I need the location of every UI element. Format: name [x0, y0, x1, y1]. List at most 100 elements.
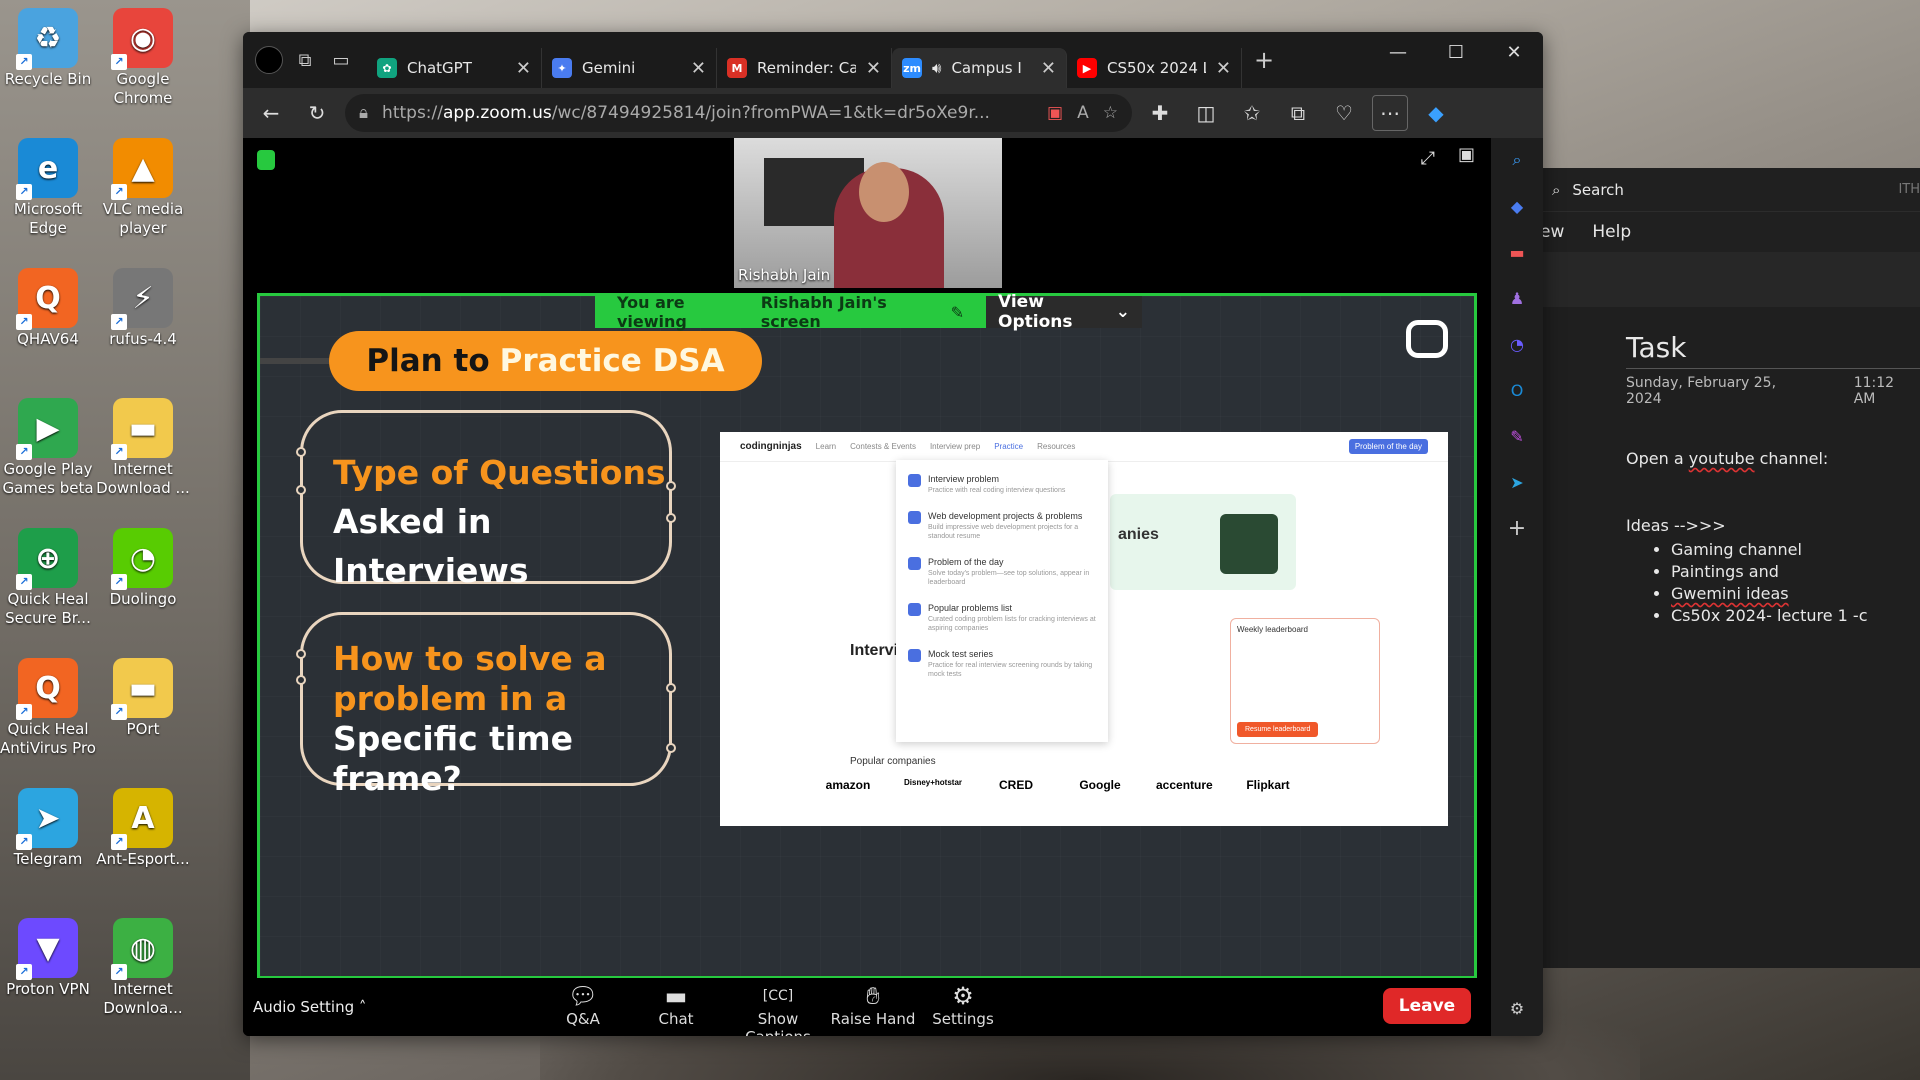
lock-icon: 🔒︎ — [359, 103, 369, 123]
split-screen-icon[interactable]: ◫ — [1188, 95, 1224, 131]
search-icon[interactable]: ⌕ — [1505, 148, 1529, 172]
notes-date: Sunday, February 25, 2024 — [1626, 375, 1777, 407]
qa-button[interactable]: 💬︎ Q&A — [553, 982, 613, 1028]
menu-view[interactable]: ew — [1540, 222, 1564, 242]
audio-setting-button[interactable]: Audio Setting ˄ — [253, 998, 366, 1016]
outlook-icon[interactable]: O — [1505, 378, 1529, 402]
read-aloud-icon[interactable]: A — [1077, 103, 1089, 123]
topic-box-2: How to solve a problem in a Specific tim… — [296, 612, 676, 798]
leave-button[interactable]: Leave — [1383, 988, 1471, 1024]
close-tab-icon[interactable]: ✕ — [1216, 58, 1231, 79]
notes-search-bar[interactable]: ⌕ Search ITH — [1540, 168, 1920, 212]
designer-icon[interactable]: ✎ — [1505, 424, 1529, 448]
coding-ninjas-logo — [1406, 320, 1448, 358]
browser-tab[interactable]: zm 🔊︎ Campus I ✕ — [892, 48, 1067, 88]
refresh-icon[interactable]: ↻ — [299, 95, 335, 131]
desktop-icon[interactable]: ♻ ↗ Recycle Bin — [0, 8, 96, 89]
favorite-star-icon[interactable]: ☆ — [1103, 103, 1118, 123]
favorites-icon[interactable]: ✩ — [1234, 95, 1270, 131]
tab-actions-icon[interactable]: ▭ — [323, 42, 359, 78]
notes-search-label: Search — [1572, 180, 1624, 199]
chat-button[interactable]: ▬ Chat — [641, 982, 711, 1028]
tag-icon[interactable]: ◆ — [1505, 194, 1529, 218]
desktop-icon-label: Internet Download ... — [96, 460, 190, 497]
speaker-icon[interactable]: 🔊︎ — [932, 59, 941, 77]
profile-avatar-icon[interactable] — [251, 42, 287, 78]
desktop-icon[interactable]: A ↗ Ant-Esport... — [95, 788, 191, 869]
desktop-icon[interactable]: Q ↗ QHAV64 — [0, 268, 96, 349]
browser-tab[interactable]: ▶CS50x 2024 Le✕ — [1067, 48, 1242, 88]
notes-menubar: ew Help — [1540, 212, 1920, 252]
pen-icon: ✎ — [950, 302, 964, 322]
desktop-icon-label: rufus-4.4 — [109, 330, 177, 348]
captions-button[interactable]: [CC]Show Captions — [723, 982, 833, 1036]
add-icon[interactable]: + — [1505, 516, 1529, 541]
desktop-icon-label: Telegram — [13, 850, 83, 868]
copilot-icon[interactable]: ◆ — [1418, 95, 1454, 131]
desktop-icon-label: QHAV64 — [17, 330, 79, 348]
back-icon[interactable]: ← — [253, 95, 289, 131]
view-options-button[interactable]: View Options ⌄ — [986, 292, 1142, 332]
desktop-icon-label: Recycle Bin — [4, 70, 92, 88]
desktop-icon[interactable]: ▶ ↗ Google Play Games beta — [0, 398, 96, 498]
browser-essentials-icon[interactable]: ♡ — [1326, 95, 1362, 131]
sidebar-settings-icon[interactable]: ⚙ — [1505, 996, 1529, 1020]
presenter-video[interactable]: Rishabh Jain — [734, 138, 1002, 288]
desktop-icon[interactable]: ◉ ↗ Google Chrome — [95, 8, 191, 108]
desktop-icon-label: Ant-Esport... — [96, 850, 190, 868]
maximize-icon[interactable]: ☐ — [1427, 32, 1485, 72]
desktop-icon[interactable]: ▲ ↗ VLC media player — [95, 138, 191, 238]
close-icon[interactable]: ✕ — [1485, 32, 1543, 72]
desktop-icon[interactable]: ⊕ ↗ Quick Heal Secure Br... — [0, 528, 96, 628]
notes-page[interactable]: Task Sunday, February 25, 2024 11:12 AM … — [1540, 331, 1920, 627]
desktop-icon[interactable]: ◔ ↗ Duolingo — [95, 528, 191, 609]
browser-tab[interactable]: M Reminder: Car ✕ — [717, 48, 892, 88]
cn-leaderboard: Weekly leaderboard Resume leaderboard — [1230, 618, 1380, 744]
settings-button[interactable]: ⚙ Settings — [923, 982, 1003, 1028]
close-tab-icon[interactable]: ✕ — [691, 58, 706, 79]
desktop-icon[interactable]: ▼ ↗ Proton VPN — [0, 918, 96, 999]
expand-icon[interactable]: ⤢ — [1421, 148, 1435, 169]
collections-icon[interactable]: ⧉ — [1280, 95, 1316, 131]
camera-blocked-icon[interactable]: ▣ — [1047, 103, 1063, 123]
ideas-label: Ideas -->>> — [1626, 516, 1726, 535]
workspaces-icon[interactable]: ⧉ — [287, 42, 323, 78]
notes-time: 11:12 AM — [1853, 375, 1895, 407]
edge-browser-window: ⧉ ▭ ✿ ChatGPT ✕ ✦ Gemini ✕ M Reminder: Car ✕ zm 🔊︎… — [243, 32, 1543, 1036]
toolbox-icon[interactable]: ▬ — [1505, 240, 1529, 264]
browser-tab[interactable]: ✦ Gemini ✕ — [542, 48, 717, 88]
gmail-icon: M — [727, 58, 747, 78]
view-toggle-icon[interactable]: ▣ — [1458, 144, 1475, 165]
desktop-icon[interactable]: ▬ ↗ Internet Download ... — [95, 398, 191, 498]
desktop-icon-label: Proton VPN — [6, 980, 90, 998]
send-icon[interactable]: ➤ — [1505, 470, 1529, 494]
desktop-icon[interactable]: Q ↗ Quick Heal AntiVirus Pro — [0, 658, 96, 758]
close-tab-icon[interactable]: ✕ — [1041, 58, 1056, 79]
desktop-icon[interactable]: e ↗ Microsoft Edge — [0, 138, 96, 238]
close-tab-icon[interactable]: ✕ — [516, 58, 531, 79]
gemini-icon: ✦ — [552, 58, 572, 78]
more-menu-icon[interactable]: ⋯ — [1372, 95, 1408, 131]
desktop-icon[interactable]: ➤ ↗ Telegram — [0, 788, 96, 869]
browser-tab[interactable]: ✿ ChatGPT ✕ — [367, 48, 542, 88]
company-logo: Google — [1079, 778, 1121, 792]
quickheal-icon: Q ↗ — [16, 658, 78, 720]
games-icon[interactable]: ♟ — [1505, 286, 1529, 310]
desktop-icon[interactable]: ▬ ↗ POrt — [95, 658, 191, 739]
menu-help[interactable]: Help — [1592, 222, 1631, 242]
raise-hand-button[interactable]: ✋︎ Raise Hand — [823, 982, 923, 1028]
zoom-icon: zm — [902, 58, 922, 78]
edge-icon: e ↗ — [16, 138, 78, 200]
minimize-icon[interactable]: — — [1369, 32, 1427, 72]
close-tab-icon[interactable]: ✕ — [866, 58, 881, 79]
desktop-icon[interactable]: ◍ ↗ Internet Downloa... — [95, 918, 191, 1018]
new-tab-icon[interactable]: + — [1246, 42, 1282, 78]
desktop-icon-label: Quick Heal AntiVirus Pro — [0, 720, 96, 757]
viewing-banner: You are viewing Rishabh Jain's screen ✎ … — [595, 292, 1142, 332]
address-bar[interactable]: 🔒︎ https://app.zoom.us/wc/87494925814/jo… — [345, 94, 1132, 132]
cn-companies: amazon Disney+hotstar CRED Google accenture F… — [820, 778, 1296, 792]
copilot-sidebar-icon[interactable]: ◔ — [1505, 332, 1529, 356]
presenter-name: Rishabh Jain — [738, 266, 831, 284]
extensions-icon[interactable]: ✚ — [1142, 95, 1178, 131]
desktop-icon[interactable]: ⚡ ↗ rufus-4.4 — [95, 268, 191, 349]
